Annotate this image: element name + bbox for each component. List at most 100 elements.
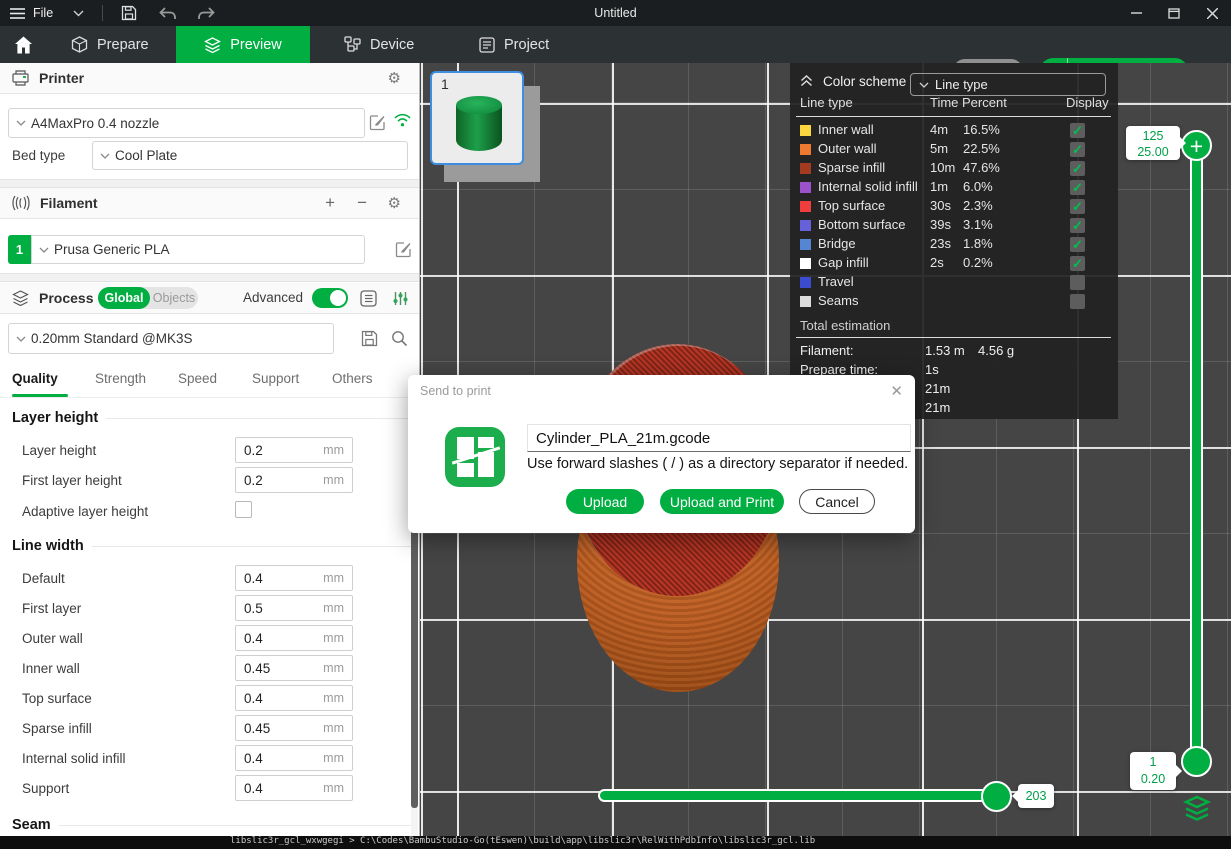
tab-strength[interactable]: Strength [95, 371, 146, 386]
prepare-icon [71, 36, 88, 53]
plate-thumbnail[interactable]: 1 [430, 71, 524, 165]
tab-preview-label: Preview [230, 37, 282, 53]
move-slider-handle[interactable] [981, 781, 1012, 812]
display-checkbox[interactable]: ✓ [1070, 237, 1085, 252]
bed-type-value: Cool Plate [115, 148, 177, 163]
search-icon[interactable] [391, 330, 408, 347]
layer-slider-bottom-handle[interactable] [1181, 746, 1212, 777]
remove-filament-icon[interactable]: − [357, 193, 367, 213]
scope-global[interactable]: Global [98, 287, 150, 309]
nav-bar: Prepare Preview Device Project Slice [0, 26, 1231, 63]
layer-height-input[interactable]: 0.2mm [235, 437, 353, 463]
process-scope-switch[interactable]: Global Objects [98, 287, 198, 309]
line-width-support-input[interactable]: 0.4mm [235, 775, 353, 801]
line-width-top-surface-input[interactable]: 0.4mm [235, 685, 353, 711]
filament-preset-select[interactable]: Prusa Generic PLA [31, 235, 365, 264]
layer-slider-track[interactable] [1190, 145, 1203, 763]
line-width-heading: Line width [12, 538, 412, 554]
wifi-icon[interactable] [394, 113, 411, 127]
chevron-down-icon [919, 82, 929, 88]
filament-section-title: Filament [40, 195, 98, 211]
tab-preview[interactable]: Preview [176, 26, 310, 63]
bed-type-label: Bed type [12, 148, 65, 163]
save-icon[interactable] [121, 5, 137, 21]
edit-filament-icon[interactable] [395, 241, 412, 258]
line-width-default-input[interactable]: 0.4mm [235, 565, 353, 591]
line-width-sparse-infill-input[interactable]: 0.45mm [235, 715, 353, 741]
display-checkbox[interactable]: ✓ [1070, 180, 1085, 195]
add-filament-icon[interactable]: + [325, 193, 335, 213]
file-menu[interactable]: File [33, 6, 53, 20]
line-width-inner-wall-input[interactable]: 0.45mm [235, 655, 353, 681]
home-button[interactable] [14, 26, 33, 63]
upload-and-print-button[interactable]: Upload and Print [660, 489, 784, 514]
estimate-filament-row: Filament:1.53 m4.56 g [790, 343, 1118, 362]
filament-settings-gear-icon[interactable]: ⚙ [388, 196, 401, 211]
redo-icon[interactable] [197, 7, 215, 20]
advanced-label: Advanced [243, 290, 303, 305]
edit-printer-icon[interactable] [369, 114, 386, 131]
save-preset-icon[interactable] [361, 330, 378, 347]
tune-parameters-icon[interactable] [392, 290, 409, 307]
process-preset-select[interactable]: 0.20mm Standard @MK3S [8, 323, 334, 354]
color-swatch [800, 258, 811, 269]
display-checkbox[interactable]: ✓ [1070, 161, 1085, 176]
tab-others[interactable]: Others [332, 371, 373, 386]
view-mode-select[interactable]: Line type [910, 73, 1106, 96]
process-preset-value: 0.20mm Standard @MK3S [31, 331, 193, 346]
color-swatch [800, 182, 811, 193]
param-label: Adaptive layer height [22, 504, 148, 519]
chevron-down-icon[interactable] [73, 10, 84, 17]
dialog-hint-text: Use forward slashes ( / ) as a directory… [527, 456, 908, 472]
line-width-first-layer-input[interactable]: 0.5mm [235, 595, 353, 621]
undo-icon[interactable] [159, 7, 177, 20]
bed-type-select[interactable]: Cool Plate [92, 141, 408, 170]
tab-device[interactable]: Device [344, 26, 414, 63]
first-layer-height-input[interactable]: 0.2mm [235, 467, 353, 493]
hamburger-menu-icon[interactable] [10, 8, 25, 19]
cancel-button[interactable]: Cancel [799, 489, 875, 514]
collapse-panel-icon[interactable] [800, 75, 813, 87]
tab-quality[interactable]: Quality [12, 371, 58, 386]
printer-host-logo [445, 427, 505, 487]
console-log-text: libslic3r_gcl_wxwgegi > C:\Codes\BambuSt… [230, 836, 815, 846]
line-width-outer-wall-input[interactable]: 0.4mm [235, 625, 353, 651]
tab-support[interactable]: Support [252, 371, 299, 386]
param-label: Default [22, 571, 65, 586]
process-section-title: Process [39, 290, 93, 306]
parameter-list-icon[interactable] [360, 290, 377, 307]
advanced-toggle[interactable] [312, 288, 348, 308]
display-checkbox[interactable]: ✓ [1070, 275, 1085, 290]
printer-preset-select[interactable]: A4MaxPro 0.4 nozzle [8, 108, 365, 138]
upload-button[interactable]: Upload [566, 489, 644, 514]
maximize-button[interactable] [1155, 0, 1193, 26]
color-scheme-panel: Color scheme Line type Line type Time Pe… [790, 63, 1118, 419]
printer-settings-gear-icon[interactable]: ⚙ [388, 71, 401, 86]
move-slider-track[interactable] [598, 789, 1010, 802]
divider [796, 116, 1111, 117]
display-checkbox[interactable]: ✓ [1070, 199, 1085, 214]
section-divider [0, 179, 419, 188]
device-icon [344, 36, 361, 53]
gcode-filename-input[interactable] [527, 424, 911, 452]
minimize-button[interactable] [1117, 0, 1155, 26]
param-label: Layer height [22, 443, 96, 458]
display-checkbox[interactable]: ✓ [1070, 218, 1085, 233]
tab-project[interactable]: Project [479, 26, 549, 63]
close-button[interactable] [1193, 0, 1231, 26]
filament-slot-badge[interactable]: 1 [8, 235, 31, 264]
display-checkbox[interactable]: ✓ [1070, 142, 1085, 157]
display-checkbox[interactable]: ✓ [1070, 256, 1085, 271]
tab-prepare[interactable]: Prepare [71, 26, 149, 63]
display-checkbox[interactable]: ✓ [1070, 294, 1085, 309]
line-width-internal-solid-infill-input[interactable]: 0.4mm [235, 745, 353, 771]
scope-objects[interactable]: Objects [150, 287, 198, 309]
layers-icon[interactable] [1182, 794, 1212, 822]
project-icon [479, 37, 495, 53]
adaptive-layer-height-checkbox[interactable] [235, 501, 252, 518]
param-label: Top surface [22, 691, 92, 706]
dialog-close-icon[interactable]: ✕ [890, 382, 903, 400]
legend-row-top-surface: Top surface30s2.3% ✓ [790, 197, 1118, 216]
display-checkbox[interactable]: ✓ [1070, 123, 1085, 138]
tab-speed[interactable]: Speed [178, 371, 217, 386]
